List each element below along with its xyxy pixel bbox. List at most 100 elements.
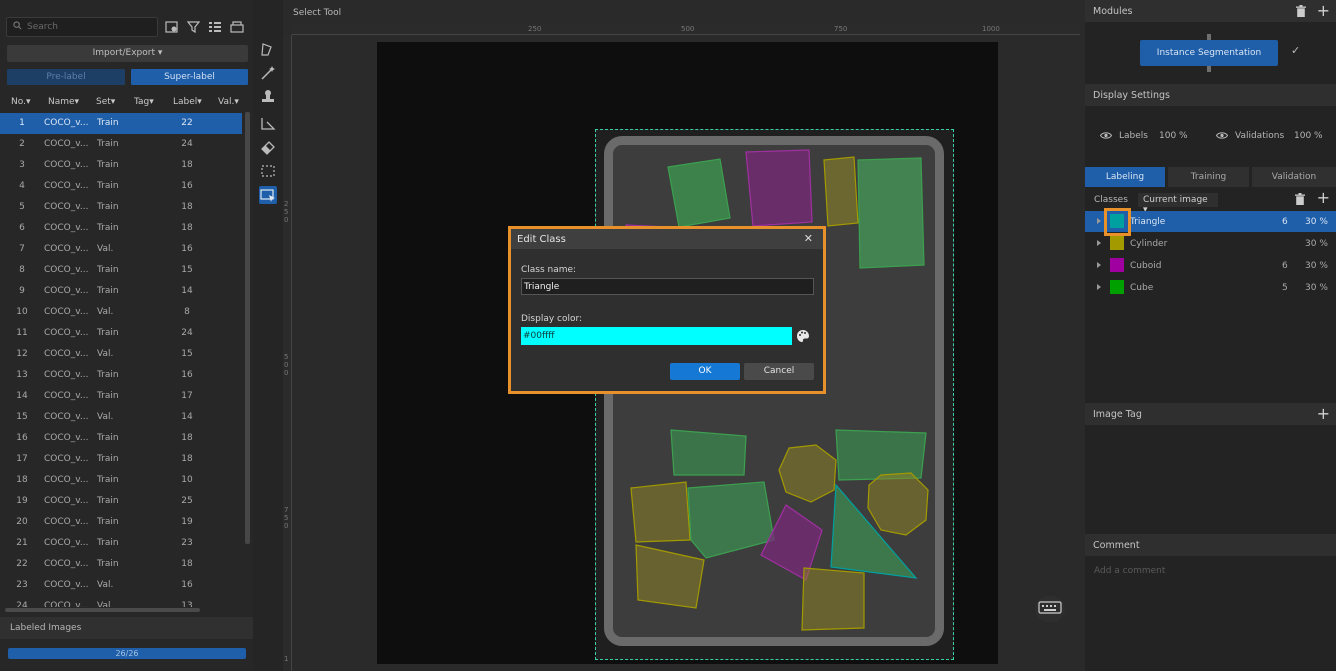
table-row[interactable]: 17 COCO_v... Train 18 [0, 449, 242, 470]
row-set: Train [97, 181, 119, 191]
trash-icon[interactable] [1295, 193, 1305, 205]
table-row[interactable]: 19 COCO_v... Train 25 [0, 491, 242, 512]
table-row[interactable]: 14 COCO_v... Train 17 [0, 386, 242, 407]
class-color-swatch[interactable] [1110, 236, 1124, 250]
table-row[interactable]: 16 COCO_v... Train 18 [0, 428, 242, 449]
eye-icon[interactable] [1216, 131, 1228, 140]
table-row[interactable]: 11 COCO_v... Train 24 [0, 323, 242, 344]
table-row[interactable]: 7 COCO_v... Val. 16 [0, 239, 242, 260]
table-row[interactable]: 10 COCO_v... Val. 8 [0, 302, 242, 323]
row-name: COCO_v... [44, 202, 89, 212]
horizontal-scrollbar[interactable] [5, 608, 200, 612]
column-no[interactable]: No.▾ [11, 97, 30, 107]
row-name: COCO_v... [44, 601, 89, 607]
class-name-input[interactable]: Triangle [521, 278, 814, 295]
display-color-field[interactable]: #00ffff [521, 327, 792, 345]
validations-opacity[interactable]: 100 % [1294, 131, 1323, 141]
keyboard-shortcuts-button[interactable] [1035, 596, 1065, 622]
table-row[interactable]: 3 COCO_v... Train 18 [0, 155, 242, 176]
classes-filter-dropdown[interactable]: Current image ▾ [1138, 193, 1218, 215]
row-name: COCO_v... [44, 286, 89, 296]
table-row[interactable]: 23 COCO_v... Val. 16 [0, 575, 242, 596]
filter-icon[interactable] [187, 20, 201, 34]
class-row[interactable]: Cuboid 6 30 % [1085, 255, 1336, 276]
import-export-button[interactable]: Import/Export ▾ [7, 45, 248, 62]
expand-arrow-icon[interactable] [1097, 240, 1101, 246]
display-mode-icon[interactable] [230, 20, 244, 34]
class-name: Cylinder [1130, 239, 1168, 249]
select-tool-button[interactable] [259, 186, 277, 204]
table-row[interactable]: 1 COCO_v... Train 22 [0, 113, 242, 134]
row-name: COCO_v... [44, 223, 89, 233]
tab-validation[interactable]: Validation [1252, 167, 1336, 187]
row-name: COCO_v... [44, 118, 89, 128]
row-number: 5 [19, 202, 25, 212]
row-label-count: 14 [181, 412, 193, 422]
row-set: Val. [97, 349, 114, 359]
table-row[interactable]: 21 COCO_v... Train 23 [0, 533, 242, 554]
table-row[interactable]: 9 COCO_v... Train 14 [0, 281, 242, 302]
tab-labeling[interactable]: Labeling [1085, 167, 1165, 187]
column-label[interactable]: Label▾ [173, 97, 202, 107]
trash-icon[interactable] [1296, 5, 1306, 17]
add-class-icon[interactable]: + [1317, 188, 1330, 207]
row-set: Train [97, 139, 119, 149]
rectangle-select-icon[interactable] [259, 162, 277, 180]
column-name[interactable]: Name▾ [48, 97, 79, 107]
search-box[interactable]: Search [6, 17, 158, 37]
list-icon[interactable] [208, 20, 222, 34]
expand-arrow-icon[interactable] [1097, 262, 1101, 268]
edit-class-dialog: Edit Class ✕ Class name: Triangle Displa… [508, 226, 826, 394]
comment-input[interactable]: Add a comment [1094, 566, 1165, 576]
search-input[interactable]: Search [27, 22, 58, 32]
table-row[interactable]: 5 COCO_v... Train 18 [0, 197, 242, 218]
palette-icon[interactable] [796, 329, 810, 343]
eraser-icon[interactable] [259, 138, 277, 156]
super-label-button[interactable]: Super-label [131, 69, 248, 85]
table-row[interactable]: 18 COCO_v... Train 10 [0, 470, 242, 491]
display-color-label: Display color: [521, 314, 583, 324]
image-settings-icon[interactable] [165, 20, 179, 34]
table-row[interactable]: 24 COCO_v... Val. 13 [0, 596, 242, 607]
expand-arrow-icon[interactable] [1097, 284, 1101, 290]
polygon-tool-icon[interactable] [259, 40, 277, 58]
magic-wand-icon[interactable] [259, 64, 277, 82]
table-row[interactable]: 2 COCO_v... Train 24 [0, 134, 242, 155]
table-row[interactable]: 13 COCO_v... Train 16 [0, 365, 242, 386]
table-row[interactable]: 15 COCO_v... Val. 14 [0, 407, 242, 428]
polyline-tool-icon[interactable] [259, 114, 277, 132]
class-row[interactable]: Cube 5 30 % [1085, 277, 1336, 298]
table-row[interactable]: 8 COCO_v... Train 15 [0, 260, 242, 281]
cancel-button[interactable]: Cancel [744, 363, 814, 380]
table-row[interactable]: 4 COCO_v... Train 16 [0, 176, 242, 197]
row-label-count: 16 [181, 370, 193, 380]
ruler-tick: 7 5 0 [284, 506, 289, 530]
column-val[interactable]: Val.▾ [218, 97, 239, 107]
table-row[interactable]: 22 COCO_v... Train 18 [0, 554, 242, 575]
stamp-tool-icon[interactable] [259, 88, 277, 106]
class-color-swatch[interactable] [1110, 258, 1124, 272]
instance-segmentation-module[interactable]: Instance Segmentation [1140, 40, 1278, 66]
add-module-icon[interactable]: + [1317, 1, 1330, 20]
table-row[interactable]: 6 COCO_v... Train 18 [0, 218, 242, 239]
class-count: 6 [1282, 261, 1288, 271]
row-label-count: 14 [181, 286, 193, 296]
vertical-ruler: 2 5 0 5 0 0 7 5 0 1 [283, 35, 292, 671]
vertical-scrollbar[interactable] [245, 112, 250, 544]
pre-label-button[interactable]: Pre-label [7, 69, 125, 85]
tab-training[interactable]: Training [1168, 167, 1249, 187]
class-row[interactable]: Cylinder 30 % [1085, 233, 1336, 254]
class-color-swatch[interactable] [1110, 280, 1124, 294]
row-number: 18 [16, 475, 28, 485]
expand-arrow-icon[interactable] [1097, 218, 1101, 224]
column-set[interactable]: Set▾ [96, 97, 115, 107]
ok-button[interactable]: OK [670, 363, 740, 380]
table-row[interactable]: 20 COCO_v... Train 19 [0, 512, 242, 533]
close-icon[interactable]: ✕ [804, 232, 813, 245]
add-tag-icon[interactable]: + [1317, 404, 1330, 423]
eye-icon[interactable] [1100, 131, 1112, 140]
table-row[interactable]: 12 COCO_v... Val. 15 [0, 344, 242, 365]
labels-opacity[interactable]: 100 % [1159, 131, 1188, 141]
row-number: 19 [16, 496, 28, 506]
column-tag[interactable]: Tag▾ [134, 97, 154, 107]
